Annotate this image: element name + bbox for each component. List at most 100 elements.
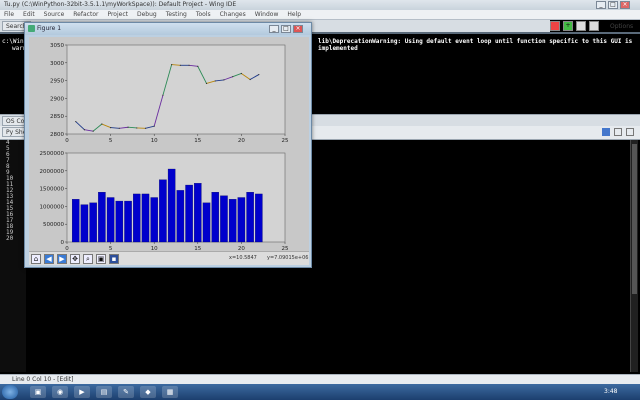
- cursor-y-readout: y=7.09015e+06: [267, 255, 309, 261]
- line-number: 20: [6, 235, 14, 242]
- menu-bar: File Edit Source Refactor Project Debug Testin…: [0, 10, 640, 20]
- y-tick-label: 2800: [50, 132, 64, 138]
- x-tick-label: 10: [151, 138, 158, 144]
- menu-item-tools[interactable]: Tools: [196, 11, 211, 18]
- line-point: [197, 65, 199, 67]
- toolbar: + Options: [550, 20, 633, 32]
- line-point: [101, 123, 103, 125]
- menu-item-file[interactable]: File: [4, 11, 14, 18]
- taskbar-app-python[interactable]: ◆: [140, 386, 156, 398]
- close-button[interactable]: ×: [620, 1, 630, 9]
- menu-item-edit[interactable]: Edit: [23, 11, 35, 18]
- x-tick-label: 20: [238, 138, 245, 144]
- y-tick-label: 2000000: [40, 169, 65, 175]
- back-icon[interactable]: ◀: [44, 254, 54, 264]
- bar: [237, 197, 246, 243]
- vertical-scrollbar[interactable]: [630, 140, 638, 372]
- menu-item-refactor[interactable]: Refactor: [73, 11, 98, 18]
- y-tick-label: 2500000: [40, 151, 65, 157]
- add-icon[interactable]: +: [563, 21, 573, 31]
- home-icon[interactable]: ⌂: [31, 254, 41, 264]
- bar: [167, 168, 176, 243]
- menu-item-testing[interactable]: Testing: [166, 11, 187, 18]
- line-number-gutter: 4 5 6 7 8 9 10 11 12 13 14 15 16 17 18 19 20: [0, 140, 26, 372]
- taskbar-app-figure[interactable]: ▦: [162, 386, 178, 398]
- x-tick-label: 25: [282, 138, 289, 144]
- x-tick-label: 0: [65, 138, 69, 144]
- bar: [220, 195, 228, 243]
- line-point: [136, 127, 138, 129]
- start-button[interactable]: [2, 385, 18, 399]
- bar: [202, 202, 211, 243]
- bar: [176, 190, 185, 243]
- bar: [194, 183, 202, 243]
- save-icon[interactable]: ▪: [109, 254, 119, 264]
- figure-window[interactable]: Figure 1 _ □ × 0 5 10 15 20 25 2800 2850 2900 295…: [24, 22, 312, 268]
- line-point: [144, 127, 147, 129]
- line-point: [240, 72, 242, 75]
- minimize-button[interactable]: _: [596, 1, 606, 9]
- menu-item-source[interactable]: Source: [44, 11, 65, 18]
- bar: [98, 192, 106, 243]
- line-point: [92, 130, 94, 132]
- taskbar-app-browser[interactable]: ◉: [52, 386, 68, 398]
- bar: [228, 199, 237, 243]
- menu-item-debug[interactable]: Debug: [137, 11, 157, 18]
- line-point: [83, 129, 86, 131]
- line-point: [232, 76, 234, 78]
- taskbar-app-media[interactable]: ▶: [74, 386, 90, 398]
- figure-maximize-button[interactable]: □: [281, 25, 291, 33]
- bar: [211, 192, 219, 243]
- pin-icon[interactable]: [602, 128, 610, 136]
- bar: [124, 200, 132, 243]
- scrollbar-thumb[interactable]: [632, 144, 637, 294]
- line-point: [75, 120, 77, 123]
- figure-title: Figure 1: [37, 25, 62, 32]
- console-line-1-message: lib\DeprecationWarning: Using default ev…: [318, 38, 633, 52]
- figure-canvas[interactable]: 0 5 10 15 20 25 2800 2850 2900 2950 3000 3050 0 5 10 15…: [29, 37, 309, 252]
- maximize-button[interactable]: □: [608, 1, 618, 9]
- pan-icon[interactable]: ✥: [70, 254, 80, 264]
- bar: [159, 179, 167, 243]
- menu-item-help[interactable]: Help: [287, 11, 301, 18]
- bar: [80, 204, 89, 243]
- window-icon[interactable]: [589, 21, 599, 31]
- figure-app-icon: [28, 25, 35, 32]
- menu-item-project[interactable]: Project: [107, 11, 128, 18]
- figure-close-button[interactable]: ×: [293, 25, 303, 33]
- y-tick-label: 2900: [50, 96, 64, 102]
- line-point: [162, 94, 164, 96]
- subplots-icon[interactable]: ▣: [96, 254, 106, 264]
- taskbar-app-explorer[interactable]: ▣: [30, 386, 46, 398]
- options-label[interactable]: Options: [610, 23, 633, 30]
- line-point: [214, 80, 216, 82]
- y-tick-label: 2850: [50, 114, 64, 120]
- figure-svg[interactable]: 0 5 10 15 20 252800285029002950300030500 5 10 15…: [29, 37, 309, 252]
- y-tick-label: 1500000: [40, 187, 65, 193]
- line-point: [118, 127, 120, 129]
- forward-icon[interactable]: ▶: [57, 254, 67, 264]
- line-point: [153, 125, 155, 127]
- menu-item-changes[interactable]: Changes: [220, 11, 246, 18]
- pause-icon[interactable]: [576, 21, 586, 31]
- plot-area-1: [66, 44, 286, 135]
- y-tick-label: 3000: [50, 61, 64, 67]
- bar: [246, 192, 254, 243]
- chevron-down-icon[interactable]: [614, 128, 622, 136]
- bar: [115, 200, 124, 243]
- menu-item-window[interactable]: Window: [255, 11, 279, 18]
- line-point: [110, 126, 112, 129]
- taskbar-app-ide[interactable]: ✎: [118, 386, 134, 398]
- stop-icon[interactable]: [550, 21, 560, 31]
- close-icon[interactable]: [626, 128, 634, 136]
- figure-toolbar: ⌂ ◀ ▶ ✥ ⌕ ▣ ▪ x=10.5847 y=7.09015e+06: [29, 251, 309, 265]
- line-point: [179, 64, 181, 66]
- taskbar-app-terminal[interactable]: ▤: [96, 386, 112, 398]
- line-point: [223, 79, 225, 81]
- status-text: Line 0 Col 10 - [Edit]: [12, 376, 74, 383]
- bar: [141, 193, 150, 243]
- zoom-icon[interactable]: ⌕: [83, 254, 93, 264]
- bar: [71, 199, 80, 243]
- figure-minimize-button[interactable]: _: [269, 25, 279, 33]
- y-tick-label: 1000000: [40, 204, 65, 210]
